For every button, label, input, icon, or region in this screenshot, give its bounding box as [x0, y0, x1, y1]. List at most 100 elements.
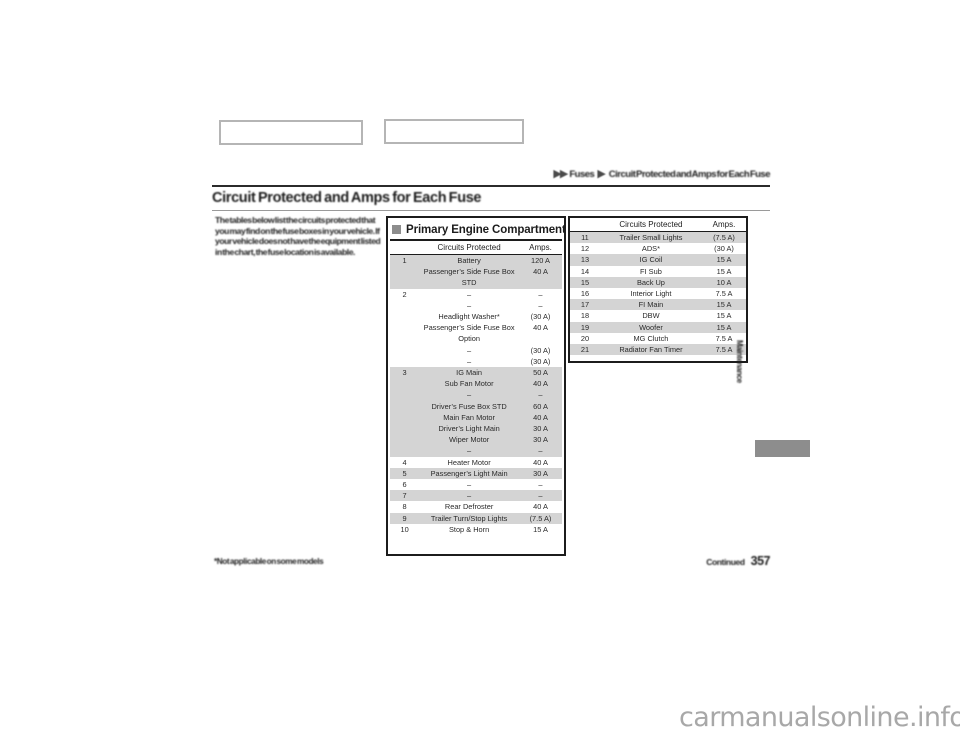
cell-amps: 40 A: [518, 322, 562, 334]
cell-amps: 30 A: [518, 423, 562, 435]
double-arrow-icon: ▶▶: [553, 167, 568, 180]
table-row: 16 Interior Light 7.5 A: [570, 288, 746, 300]
fuse-box-diagram-right: [384, 119, 524, 144]
cell-num: [390, 266, 420, 278]
cell-amps: 40 A: [518, 378, 562, 390]
cell-num: 3: [390, 367, 420, 379]
title-underrule: [212, 210, 770, 211]
cell-name: Driver’s Fuse Box STD: [419, 400, 519, 412]
cell-num: [390, 277, 420, 289]
table-row: – –: [390, 445, 562, 457]
chevron-right-icon: ▶: [597, 167, 606, 180]
table-row: 20 MG Clutch 7.5 A: [570, 332, 746, 345]
cell-num: 9: [390, 512, 420, 524]
cell-num: 12: [570, 243, 600, 255]
table-row: Driver’s Fuse Box STD 60 A: [390, 400, 562, 412]
table-row: Passenger’s Side Fuse Box 40 A: [390, 322, 562, 334]
cell-name: DBW: [599, 310, 702, 322]
primary-engine-compartment-panel: Primary Engine Compartment Circuits Prot…: [386, 216, 566, 556]
cell-amps: (7.5 A): [518, 512, 562, 524]
table-row: Wiper Motor 30 A: [390, 434, 562, 446]
cell-name: Passenger’s Light Main: [419, 467, 519, 480]
cell-amps: –: [518, 445, 562, 457]
table-row: 9 Trailer Turn/Stop Lights (7.5 A): [390, 512, 562, 524]
cell-name: Rear Defroster: [419, 501, 519, 513]
cell-num: [390, 311, 420, 323]
cell-name: Headlight Washer*: [419, 311, 519, 323]
cell-name: Main Fan Motor: [419, 411, 519, 424]
cell-name: IG Main: [419, 367, 519, 379]
cell-amps: 15 A: [701, 299, 746, 311]
cell-amps: 40 A: [518, 411, 562, 424]
cell-name: –: [419, 344, 519, 356]
cell-num: 8: [390, 501, 420, 513]
secondary-fuse-panel: Circuits Protected Amps. 11 Trailer Small…: [568, 216, 748, 363]
cell-name: –: [419, 445, 519, 457]
cell-amps: 40 A: [518, 456, 562, 468]
cell-num: 17: [570, 299, 600, 311]
side-tab-label: Maintenance: [735, 340, 744, 383]
table-row: 8 Rear Defroster 40 A: [390, 501, 562, 513]
right-fuse-table: Circuits Protected Amps. 11 Trailer Small…: [570, 218, 746, 356]
cell-num: 19: [570, 321, 600, 333]
table-row: 2– –: [390, 288, 562, 300]
cell-name: –: [419, 490, 519, 502]
header-rule: [212, 185, 770, 187]
manual-page: ▶▶ Fuses ▶ Circuit Protected and Amps fo…: [0, 0, 960, 742]
table-row: 12 ADS* (30 A): [570, 243, 746, 255]
table-header-row: Circuits Protected Amps.: [570, 218, 746, 232]
footnote: *Not applicable on some models: [214, 557, 324, 566]
cell-name: Interior Light: [599, 288, 702, 300]
cell-num: 13: [570, 254, 600, 266]
table-row: – (30 A): [390, 355, 562, 368]
cell-name: FI Main: [599, 299, 702, 311]
cell-num: [390, 411, 420, 424]
cell-num: 2: [390, 288, 420, 300]
cell-name: ADS*: [599, 243, 702, 255]
cell-num: 21: [570, 344, 600, 356]
cell-name: Stop & Horn: [419, 523, 519, 536]
cell-num: [390, 344, 420, 356]
cell-name: Option: [419, 333, 519, 345]
table-row: 15 Back Up 10 A: [570, 276, 746, 289]
cell-amps: [518, 333, 562, 345]
intro-paragraph: The tables below list the circuits prote…: [215, 215, 381, 257]
cell-num: [390, 333, 420, 345]
table-row: 19 Woofer 15 A: [570, 321, 746, 333]
page-footer: Continued 357: [706, 554, 770, 568]
cell-num: 16: [570, 288, 600, 300]
continued-label: Continued: [706, 557, 745, 567]
cell-amps: –: [518, 479, 562, 491]
cell-name: Battery: [419, 254, 519, 267]
table-row: Headlight Washer* (30 A): [390, 311, 562, 323]
column-header-number: [570, 218, 600, 232]
cell-name: –: [419, 288, 519, 300]
left-fuse-table-body: 1 Battery 120 A Passenger’s Side Fuse Box 40…: [390, 254, 562, 536]
table-row: – –: [390, 299, 562, 312]
column-header-amps: Amps.: [518, 241, 562, 255]
table-row: 14 FI Sub 15 A: [570, 265, 746, 277]
cell-amps: (30 A): [518, 355, 562, 368]
page-number: 357: [750, 554, 771, 568]
cell-amps: 60 A: [518, 400, 562, 412]
cell-amps: 40 A: [518, 266, 562, 278]
breadcrumb: ▶▶ Fuses ▶ Circuit Protected and Amps fo…: [470, 167, 770, 181]
column-header-circuits: Circuits Protected: [599, 218, 702, 232]
cell-name: Wiper Motor: [419, 434, 519, 446]
cell-name: IG Coil: [599, 254, 702, 266]
table-row: Passenger’s Side Fuse Box 40 A: [390, 266, 562, 278]
cell-name: Trailer Turn/Stop Lights: [419, 512, 519, 524]
cell-num: 5: [390, 467, 420, 480]
panel-bottom-padding: [390, 535, 562, 542]
cell-num: 15: [570, 276, 600, 289]
cell-name: Trailer Small Lights: [599, 231, 702, 244]
cell-num: [390, 322, 420, 334]
cell-amps: [518, 277, 562, 289]
square-bullet-icon: [392, 225, 401, 234]
side-tab-marker: [755, 440, 810, 457]
cell-name: –: [419, 479, 519, 491]
cell-name: –: [419, 299, 519, 312]
table-row: 10 Stop & Horn 15 A: [390, 523, 562, 536]
cell-name: Sub Fan Motor: [419, 378, 519, 390]
table-row: STD: [390, 277, 562, 289]
